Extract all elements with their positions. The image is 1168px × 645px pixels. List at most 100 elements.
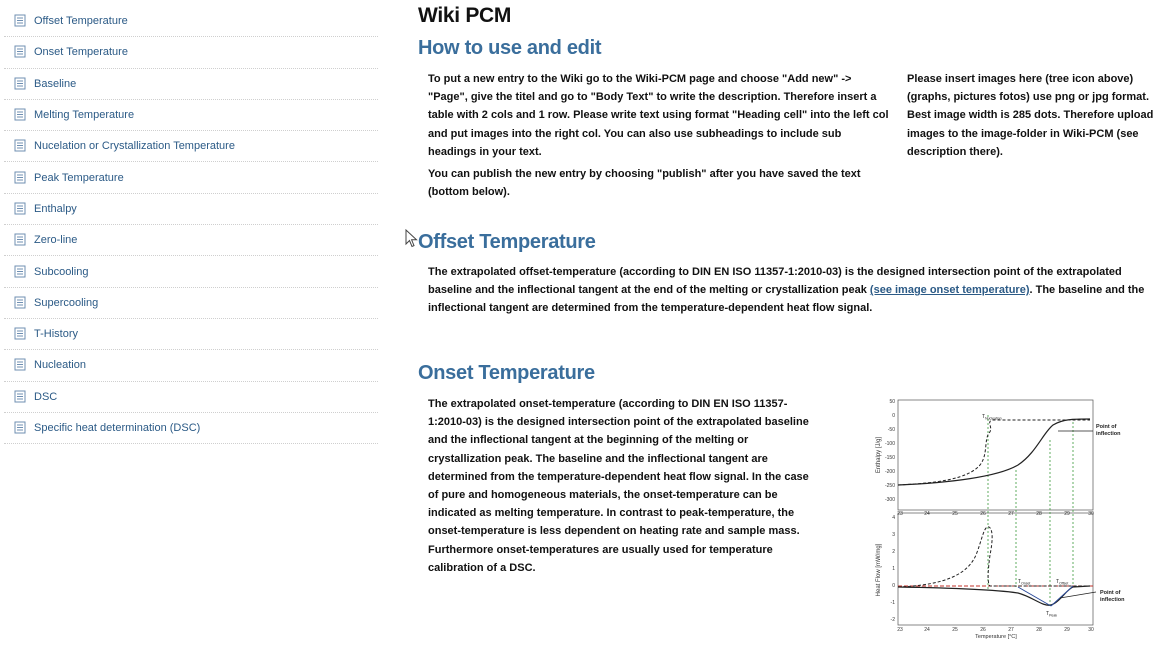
t-onset-label: TOnset [1018, 579, 1030, 586]
dsc-onset-figure: 50 0 -50 -100 -150 -200 -250 -300 Enthal… [868, 395, 1168, 640]
enthalpy-heating-curve [897, 418, 1091, 486]
sidebar-item-melting-temperature[interactable]: Melting Temperature [4, 100, 378, 132]
page-icon [14, 171, 28, 185]
section-heading-offset: Offset Temperature [418, 231, 596, 253]
sidebar-item-label: Subcooling [34, 265, 89, 278]
bottom-ytick: -2 [891, 617, 896, 623]
offset-tangent [1050, 585, 1074, 607]
sidebar: Offset Temperature Onset Temperature Bas… [4, 6, 378, 445]
bottom-xtick: 28 [1036, 627, 1042, 633]
how-to-paragraph-2: You can publish the new entry by choosin… [428, 168, 861, 199]
offset-paragraph: The extrapolated offset-temperature (acc… [428, 263, 1163, 318]
t-nucleation-label: TNucleation [982, 414, 1002, 421]
sidebar-item-specific-heat-dsc[interactable]: Specific heat determination (DSC) [4, 413, 378, 445]
section-heading-onset: Onset Temperature [418, 362, 595, 384]
bottom-ytick: 3 [892, 532, 895, 538]
top-point-of-inflection-label-line1: Point of [1096, 424, 1117, 430]
top-ylabel: Enthalpy [J/g] [876, 436, 882, 473]
sidebar-item-label: Baseline [34, 77, 77, 90]
sidebar-item-label: Peak Temperature [34, 171, 124, 184]
bottom-xtick: 30 [1088, 627, 1094, 633]
top-xtick: 23 [897, 511, 903, 517]
page-icon [14, 202, 28, 216]
bottom-ytick: 0 [892, 583, 895, 589]
page-icon [14, 296, 28, 310]
sidebar-item-label: Zero-line [34, 234, 78, 247]
bottom-ylabel: Heat Flow [mW/mg] [876, 543, 882, 596]
sidebar-item-zero-line[interactable]: Zero-line [4, 225, 378, 257]
sidebar-item-offset-temperature[interactable]: Offset Temperature [4, 6, 378, 38]
see-image-onset-link[interactable]: (see image onset temperature) [870, 284, 1030, 296]
bottom-xtick: 27 [1008, 627, 1014, 633]
sidebar-item-subcooling[interactable]: Subcooling [4, 256, 378, 288]
top-ytick: -200 [885, 469, 895, 475]
page-title: Wiki PCM [418, 4, 512, 27]
bottom-xtick: 26 [980, 627, 986, 633]
sidebar-item-label: Melting Temperature [34, 109, 135, 122]
sidebar-item-t-history[interactable]: T-History [4, 319, 378, 351]
bottom-xtick: 24 [924, 627, 930, 633]
sidebar-item-nucleation-crystallization-temperature[interactable]: Nucelation or Crystallization Temperatur… [4, 131, 378, 163]
top-point-of-inflection-label-line2: inflection [1096, 431, 1121, 437]
page-icon [14, 421, 28, 435]
heat-flow-cooling-curve [897, 526, 1090, 588]
sidebar-item-label: Specific heat determination (DSC) [34, 422, 201, 434]
top-ytick: -150 [885, 455, 895, 461]
page-icon [14, 390, 28, 404]
page-icon [14, 265, 28, 279]
top-xtick: 30 [1088, 511, 1094, 517]
sidebar-item-label: DSC [34, 390, 58, 403]
sidebar-item-supercooling[interactable]: Supercooling [4, 288, 378, 319]
top-ytick: 50 [889, 399, 895, 405]
page-icon [14, 358, 28, 372]
top-xtick: 27 [1008, 511, 1014, 517]
enthalpy-cooling-curve [897, 419, 1090, 486]
how-to-paragraph-1: To put a new entry to the Wiki go to the… [428, 73, 889, 158]
t-peak-label: TPeak [1046, 611, 1057, 618]
top-ytick: 0 [892, 413, 895, 419]
bottom-ytick: 2 [892, 549, 895, 555]
sidebar-item-label: Onset Temperature [34, 46, 128, 59]
bottom-xtick: 29 [1064, 627, 1070, 633]
page-icon [14, 139, 28, 153]
top-ytick: -100 [885, 441, 895, 447]
heat-flow-heating-curve [897, 585, 1091, 606]
sidebar-item-label: Supercooling [34, 296, 99, 309]
top-xtick: 28 [1036, 511, 1042, 517]
page-icon [14, 327, 28, 341]
sidebar-item-dsc[interactable]: DSC [4, 382, 378, 413]
page-icon [14, 108, 28, 122]
bottom-point-of-inflection-label-line2: inflection [1100, 597, 1125, 603]
page-icon [14, 14, 28, 28]
mouse-cursor-icon [405, 228, 418, 253]
page-icon [14, 77, 28, 91]
top-ytick: -250 [885, 483, 895, 489]
top-ytick: -50 [888, 427, 895, 433]
heat-flow-plot-frame [897, 512, 1094, 626]
sidebar-item-label: Nucelation or Crystallization Temperatur… [34, 140, 235, 153]
onset-tangent [1017, 586, 1052, 607]
sidebar-item-label: Nucleation [34, 359, 86, 372]
sidebar-item-enthalpy[interactable]: Enthalpy [4, 194, 378, 226]
bottom-ytick: 1 [892, 566, 895, 572]
sidebar-item-label: Enthalpy [34, 202, 77, 215]
bottom-xtick: 25 [952, 627, 958, 633]
how-to-side-note: Please insert images here (tree icon abo… [907, 73, 1154, 158]
sidebar-item-onset-temperature[interactable]: Onset Temperature [4, 37, 378, 69]
top-xtick: 25 [952, 511, 958, 517]
top-xtick: 24 [924, 511, 930, 517]
sidebar-item-label: Offset Temperature [34, 15, 128, 28]
xlabel: Temperature [°C] [975, 634, 1017, 640]
onset-paragraph: The extrapolated onset-temperature (acco… [428, 398, 809, 574]
top-ytick: -300 [885, 497, 895, 503]
sidebar-item-peak-temperature[interactable]: Peak Temperature [4, 162, 378, 194]
t-offset-label: TOffset [1056, 579, 1068, 586]
sidebar-item-nucleation[interactable]: Nucleation [4, 350, 378, 382]
page-icon [14, 45, 28, 59]
section-heading-how-to: How to use and edit [418, 37, 602, 59]
bottom-xtick: 23 [897, 627, 903, 633]
sidebar-item-baseline[interactable]: Baseline [4, 69, 378, 100]
bottom-ytick: -1 [891, 600, 896, 606]
top-xtick: 26 [980, 511, 986, 517]
page-icon [14, 233, 28, 247]
